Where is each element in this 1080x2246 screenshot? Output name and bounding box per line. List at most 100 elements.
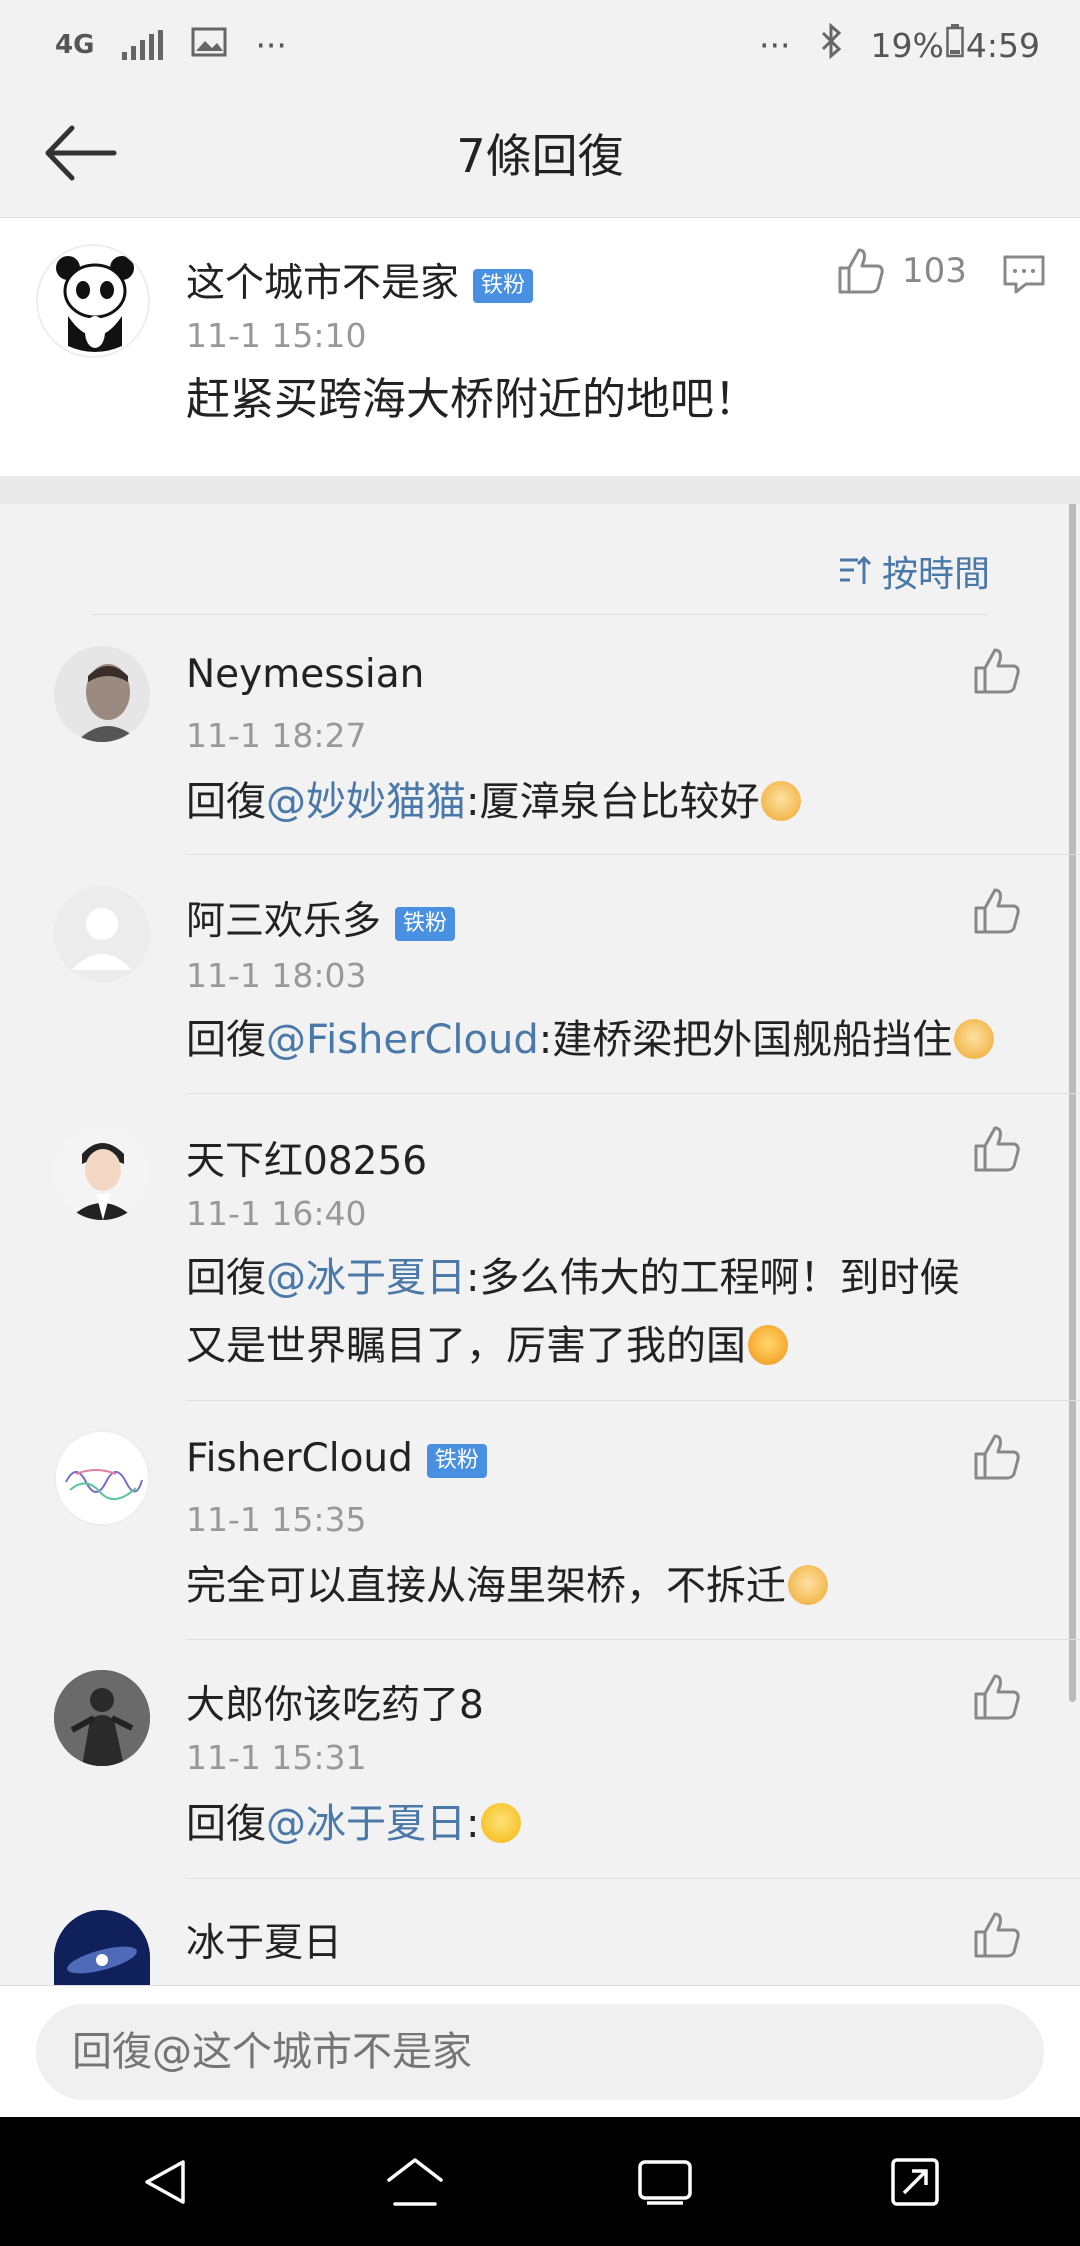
main-avatar[interactable] bbox=[36, 244, 150, 358]
thumbs-up-icon bbox=[974, 888, 1020, 934]
comment-icon bbox=[1003, 255, 1045, 294]
reply-body: :多么伟大的工程啊！到时候 bbox=[466, 1255, 960, 1301]
home-nav-button[interactable] bbox=[380, 2147, 450, 2217]
status-left: 4G ··· bbox=[55, 26, 287, 65]
divider bbox=[92, 614, 988, 615]
status-right: ··· 19% 4:59 bbox=[759, 22, 1040, 67]
expand-nav-button[interactable] bbox=[880, 2147, 950, 2217]
avatar[interactable] bbox=[54, 1124, 150, 1220]
fan-badge: 铁粉 bbox=[395, 906, 456, 941]
section-separator bbox=[0, 476, 1080, 504]
status-bar: 4G ··· ··· 19% 4:59 bbox=[0, 0, 1080, 90]
thumbs-up-icon bbox=[838, 248, 884, 294]
doge-emoji-icon bbox=[788, 1565, 828, 1605]
mention-link[interactable]: @冰于夏日 bbox=[266, 1801, 466, 1847]
main-time: 11-1 15:10 bbox=[186, 316, 367, 355]
reply-text: 回復@冰于夏日:多么伟大的工程啊！到时候又是世界瞩目了，厉害了我的国 bbox=[186, 1244, 1026, 1380]
mention-link[interactable]: @FisherCloud bbox=[266, 1017, 539, 1063]
main-comment: 这个城市不是家 铁粉 11-1 15:10 赶紧买跨海大桥附近的地吧！ 103 bbox=[0, 218, 1080, 476]
username[interactable]: 阿三欢乐多 铁粉 bbox=[186, 890, 456, 946]
reply-text: 回復@妙妙猫猫:厦漳泉台比较好 bbox=[186, 768, 802, 836]
mention-link[interactable]: @冰于夏日 bbox=[266, 1255, 466, 1301]
amazed-emoji-icon bbox=[748, 1325, 788, 1365]
triangle-back-icon bbox=[145, 2159, 185, 2204]
reply-text: 回復@FisherCloud:建桥梁把外国舰船挡住 bbox=[186, 1006, 995, 1074]
reply-body-line2: 又是世界瞩目了，厉害了我的国 bbox=[186, 1323, 746, 1369]
reply-body: :建桥梁把外国舰船挡住 bbox=[538, 1017, 953, 1063]
reply-body: :厦漳泉台比较好 bbox=[466, 779, 760, 825]
thumbs-up-icon bbox=[974, 1434, 1020, 1480]
like-button[interactable] bbox=[972, 1432, 1022, 1482]
main-text: 赶紧买跨海大桥附近的地吧！ bbox=[186, 374, 758, 425]
reply-prefix: 回復 bbox=[186, 779, 266, 825]
avatar[interactable] bbox=[54, 1670, 150, 1766]
time: 11-1 18:27 bbox=[186, 716, 367, 755]
like-button[interactable] bbox=[972, 646, 1022, 696]
comment-button[interactable] bbox=[1002, 254, 1046, 298]
thumbs-up-icon bbox=[974, 1674, 1020, 1720]
battery-percent: 19% bbox=[870, 25, 944, 65]
reply-prefix: 回復 bbox=[186, 1255, 266, 1301]
expand-icon bbox=[891, 2157, 939, 2206]
main-like-count: 103 bbox=[902, 251, 967, 291]
page-title: 7條回復 bbox=[456, 129, 624, 183]
like-button[interactable] bbox=[972, 1910, 1022, 1960]
time: 11-1 15:35 bbox=[186, 1500, 367, 1539]
laugh-cry-emoji-icon bbox=[481, 1803, 522, 1843]
fan-badge: 铁粉 bbox=[473, 268, 534, 303]
username[interactable]: 天下红08256 bbox=[186, 1130, 427, 1186]
username[interactable]: 大郎你该吃药了8 bbox=[186, 1674, 484, 1730]
image-icon bbox=[191, 26, 227, 65]
reply-prefix: 回復 bbox=[186, 1801, 266, 1847]
recents-nav-button[interactable] bbox=[630, 2147, 700, 2217]
more-right-icon: ··· bbox=[759, 25, 791, 65]
reply-text: 完全可以直接从海里架桥，不拆迁 bbox=[186, 1552, 828, 1620]
system-nav-bar bbox=[0, 2117, 1080, 2246]
more-left-icon: ··· bbox=[255, 25, 287, 65]
divider bbox=[186, 1639, 1080, 1640]
main-like-button[interactable]: 103 bbox=[836, 246, 967, 296]
sort-label: 按時間 bbox=[881, 554, 990, 595]
home-icon bbox=[387, 2157, 443, 2206]
fan-badge: 铁粉 bbox=[426, 1443, 487, 1478]
nav-bar: 7條回復 bbox=[0, 90, 1080, 218]
reply-prefix: 回復 bbox=[186, 1017, 266, 1063]
doge-emoji-icon bbox=[954, 1019, 995, 1059]
main-username[interactable]: 这个城市不是家 铁粉 bbox=[186, 252, 534, 308]
time: 11-1 18:03 bbox=[186, 956, 367, 995]
back-nav-button[interactable] bbox=[130, 2147, 200, 2217]
time: 11-1 15:31 bbox=[186, 1738, 367, 1777]
avatar[interactable] bbox=[54, 646, 150, 742]
thumbs-up-icon bbox=[974, 1912, 1020, 1958]
username[interactable]: Neymessian bbox=[186, 652, 424, 697]
avatar[interactable] bbox=[54, 1430, 150, 1526]
sort-button[interactable]: 按時間 bbox=[838, 545, 990, 597]
divider bbox=[186, 854, 1080, 855]
avatar[interactable] bbox=[54, 886, 150, 982]
mention-link[interactable]: @妙妙猫猫 bbox=[266, 779, 466, 825]
username-text: FisherCloud bbox=[186, 1436, 413, 1481]
main-username-text: 这个城市不是家 bbox=[186, 261, 460, 306]
username[interactable]: 冰于夏日 bbox=[186, 1912, 342, 1968]
reply-bar bbox=[0, 1985, 1080, 2117]
username-text: 阿三欢乐多 bbox=[186, 899, 382, 944]
reply-text: 回復@冰于夏日: bbox=[186, 1790, 522, 1858]
like-button[interactable] bbox=[972, 1672, 1022, 1722]
divider bbox=[186, 1878, 1080, 1879]
thumbs-up-icon bbox=[974, 1126, 1020, 1172]
signal-icon bbox=[122, 30, 164, 60]
time: 11-1 16:40 bbox=[186, 1194, 367, 1233]
username[interactable]: FisherCloud 铁粉 bbox=[186, 1436, 487, 1481]
bluetooth-icon bbox=[819, 22, 843, 67]
like-button[interactable] bbox=[972, 886, 1022, 936]
reply-body: 完全可以直接从海里架桥，不拆迁 bbox=[186, 1563, 786, 1609]
thumbs-up-icon bbox=[974, 648, 1020, 694]
network-label: 4G bbox=[55, 30, 95, 60]
like-button[interactable] bbox=[972, 1124, 1022, 1174]
divider bbox=[186, 1400, 1080, 1401]
battery-icon bbox=[946, 24, 964, 66]
divider bbox=[186, 1093, 1080, 1094]
recents-icon bbox=[638, 2159, 692, 2205]
reply-input[interactable] bbox=[36, 2004, 1044, 2100]
avatar[interactable] bbox=[54, 1910, 150, 1985]
